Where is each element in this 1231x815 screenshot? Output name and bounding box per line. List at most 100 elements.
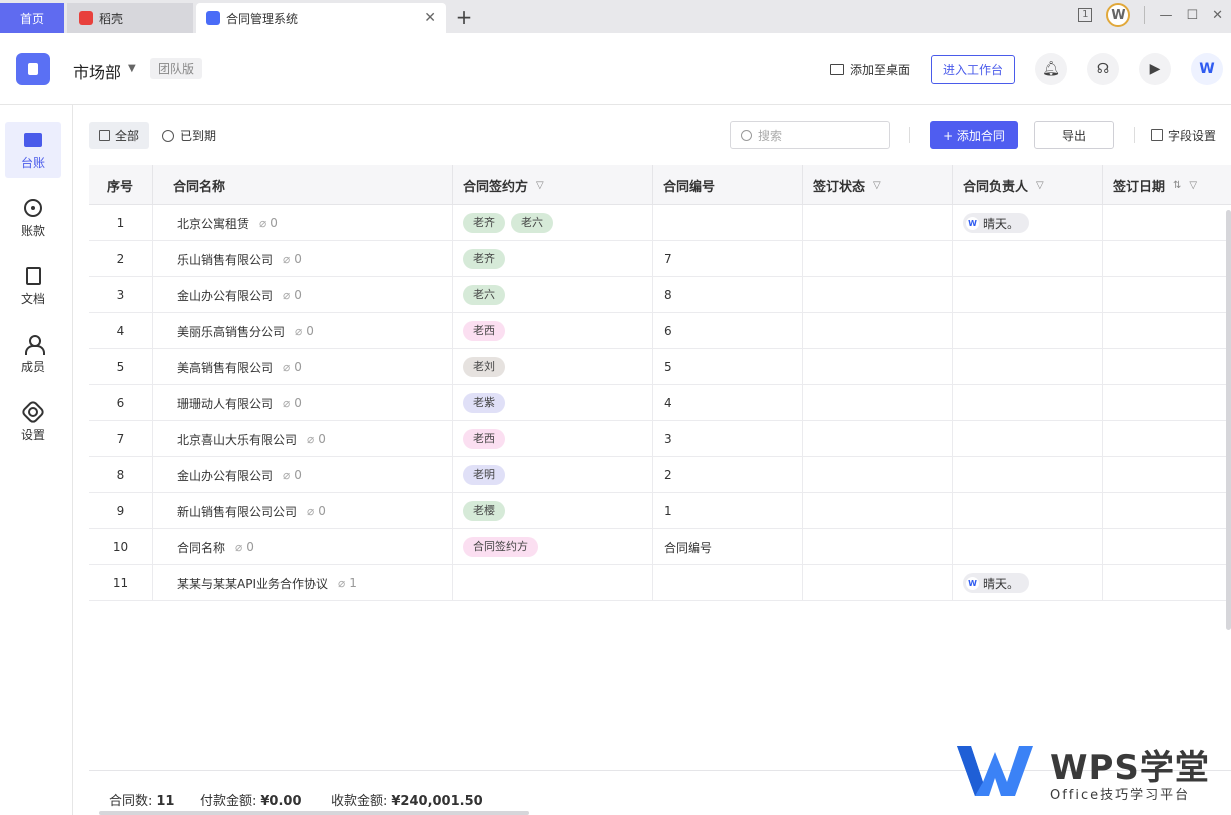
cell-contract-name[interactable]: 北京喜山大乐有限公司 0 bbox=[153, 421, 453, 457]
column-header-parties[interactable]: 合同签约方 ▽ bbox=[453, 165, 653, 205]
cell-contract-name[interactable]: 美高销售有限公司 0 bbox=[153, 349, 453, 385]
column-header-date[interactable]: 签订日期 ⇅ ▽ bbox=[1103, 165, 1231, 205]
cell-sign-status[interactable] bbox=[803, 385, 953, 421]
export-button[interactable]: 导出 bbox=[1034, 121, 1114, 149]
attachment-count[interactable]: 1 bbox=[338, 576, 357, 590]
contract-name[interactable]: 金山办公有限公司 bbox=[177, 467, 273, 484]
layout-icon[interactable]: 1 bbox=[1078, 8, 1093, 22]
sidebar-item-members[interactable]: 成员 bbox=[5, 326, 61, 382]
cell-sign-date[interactable] bbox=[1103, 493, 1231, 529]
cell-owner[interactable] bbox=[953, 457, 1103, 493]
cell-parties[interactable]: 老刘 bbox=[453, 349, 653, 385]
sidebar-item-settings[interactable]: 设置 bbox=[5, 394, 61, 450]
cell-contract-name[interactable]: 某某与某某API业务合作协议 1 bbox=[153, 565, 453, 601]
cell-parties[interactable]: 老紫 bbox=[453, 385, 653, 421]
table-row[interactable]: 3 金山办公有限公司 0 老六 8 bbox=[89, 277, 1231, 313]
cell-parties[interactable]: 老西 bbox=[453, 313, 653, 349]
cell-sign-status[interactable] bbox=[803, 565, 953, 601]
cell-parties[interactable]: 老樱 bbox=[453, 493, 653, 529]
close-icon[interactable]: ✕ bbox=[424, 10, 436, 26]
presentation-icon[interactable]: ▶ bbox=[1139, 53, 1171, 85]
cell-contract-number[interactable]: 3 bbox=[653, 421, 803, 457]
attachment-count[interactable]: 0 bbox=[283, 360, 302, 374]
cell-sign-status[interactable] bbox=[803, 205, 953, 241]
contract-name[interactable]: 新山销售有限公司公司 bbox=[177, 503, 297, 520]
cell-contract-number[interactable]: 2 bbox=[653, 457, 803, 493]
table-row[interactable]: 11 某某与某某API业务合作协议 1 W 晴天。 bbox=[89, 565, 1231, 601]
cell-owner[interactable] bbox=[953, 277, 1103, 313]
contract-name[interactable]: 合同名称 bbox=[177, 539, 225, 556]
cell-contract-name[interactable]: 新山销售有限公司公司 0 bbox=[153, 493, 453, 529]
contract-name[interactable]: 美高销售有限公司 bbox=[177, 359, 273, 376]
cell-parties[interactable] bbox=[453, 565, 653, 601]
table-row[interactable]: 4 美丽乐高销售分公司 0 老西 6 bbox=[89, 313, 1231, 349]
cell-contract-number[interactable]: 4 bbox=[653, 385, 803, 421]
cell-sign-date[interactable] bbox=[1103, 421, 1231, 457]
cell-contract-number[interactable] bbox=[653, 205, 803, 241]
attachment-count[interactable]: 0 bbox=[259, 216, 278, 230]
cell-sign-date[interactable] bbox=[1103, 529, 1231, 565]
cell-contract-number[interactable]: 7 bbox=[653, 241, 803, 277]
tab-daoke[interactable]: 稻壳 bbox=[67, 3, 193, 33]
new-tab-button[interactable]: + bbox=[454, 5, 474, 29]
headset-icon[interactable]: ☊ bbox=[1087, 53, 1119, 85]
contract-name[interactable]: 某某与某某API业务合作协议 bbox=[177, 575, 328, 592]
window-close-icon[interactable]: ✕ bbox=[1212, 8, 1223, 23]
maximize-icon[interactable]: ☐ bbox=[1186, 8, 1198, 23]
cell-contract-number[interactable]: 5 bbox=[653, 349, 803, 385]
tab-home[interactable]: 首页 bbox=[0, 3, 64, 33]
cell-owner[interactable] bbox=[953, 241, 1103, 277]
horizontal-scrollbar[interactable] bbox=[99, 811, 529, 815]
cell-contract-number[interactable]: 合同编号 bbox=[653, 529, 803, 565]
cell-sign-status[interactable] bbox=[803, 493, 953, 529]
cell-sign-date[interactable] bbox=[1103, 205, 1231, 241]
view-expired-button[interactable]: 已到期 bbox=[162, 122, 216, 149]
attachment-count[interactable]: 0 bbox=[295, 324, 314, 338]
cell-sign-date[interactable] bbox=[1103, 241, 1231, 277]
cell-contract-name[interactable]: 金山办公有限公司 0 bbox=[153, 457, 453, 493]
search-input[interactable]: 搜索 bbox=[730, 121, 890, 149]
cell-owner[interactable] bbox=[953, 385, 1103, 421]
table-row[interactable]: 9 新山销售有限公司公司 0 老樱 1 bbox=[89, 493, 1231, 529]
column-header-status[interactable]: 签订状态 ▽ bbox=[803, 165, 953, 205]
sidebar-item-ledger[interactable]: 台账 bbox=[5, 122, 61, 178]
cell-contract-name[interactable]: 珊珊动人有限公司 0 bbox=[153, 385, 453, 421]
cell-sign-date[interactable] bbox=[1103, 349, 1231, 385]
table-row[interactable]: 10 合同名称 0 合同签约方 合同编号 bbox=[89, 529, 1231, 565]
cell-owner[interactable] bbox=[953, 349, 1103, 385]
table-row[interactable]: 1 北京公寓租赁 0 老齐老六 W 晴天。 bbox=[89, 205, 1231, 241]
table-row[interactable]: 2 乐山销售有限公司 0 老齐 7 bbox=[89, 241, 1231, 277]
chevron-down-icon[interactable]: ▼ bbox=[128, 63, 136, 74]
table-row[interactable]: 6 珊珊动人有限公司 0 老紫 4 bbox=[89, 385, 1231, 421]
contract-name[interactable]: 美丽乐高销售分公司 bbox=[177, 323, 285, 340]
sidebar-item-documents[interactable]: 文档 bbox=[5, 258, 61, 314]
department-selector[interactable]: 市场部 bbox=[73, 59, 121, 83]
cell-sign-status[interactable] bbox=[803, 421, 953, 457]
filter-icon[interactable]: ▽ bbox=[536, 180, 544, 191]
wps-account-icon[interactable]: W bbox=[1106, 3, 1131, 27]
attachment-count[interactable]: 0 bbox=[283, 468, 302, 482]
cell-sign-date[interactable] bbox=[1103, 277, 1231, 313]
cell-contract-name[interactable]: 美丽乐高销售分公司 0 bbox=[153, 313, 453, 349]
filter-icon[interactable]: ▽ bbox=[1189, 180, 1197, 191]
contract-name[interactable]: 北京公寓租赁 bbox=[177, 215, 249, 232]
cell-sign-status[interactable] bbox=[803, 241, 953, 277]
vertical-scrollbar[interactable] bbox=[1226, 210, 1231, 630]
minimize-icon[interactable]: — bbox=[1159, 8, 1172, 23]
cell-sign-date[interactable] bbox=[1103, 385, 1231, 421]
contract-name[interactable]: 珊珊动人有限公司 bbox=[177, 395, 273, 412]
cell-parties[interactable]: 合同签约方 bbox=[453, 529, 653, 565]
cell-parties[interactable]: 老西 bbox=[453, 421, 653, 457]
enter-workbench-button[interactable]: 进入工作台 bbox=[931, 55, 1015, 84]
attachment-count[interactable]: 0 bbox=[235, 540, 254, 554]
contract-name[interactable]: 乐山销售有限公司 bbox=[177, 251, 273, 268]
cell-sign-status[interactable] bbox=[803, 457, 953, 493]
contract-name[interactable]: 北京喜山大乐有限公司 bbox=[177, 431, 297, 448]
bell-icon[interactable]: 🔔︎ bbox=[1035, 53, 1067, 85]
cell-sign-date[interactable] bbox=[1103, 565, 1231, 601]
cell-owner[interactable] bbox=[953, 493, 1103, 529]
table-row[interactable]: 7 北京喜山大乐有限公司 0 老西 3 bbox=[89, 421, 1231, 457]
cell-contract-name[interactable]: 乐山销售有限公司 0 bbox=[153, 241, 453, 277]
filter-icon[interactable]: ▽ bbox=[1036, 180, 1044, 191]
cell-owner[interactable]: W 晴天。 bbox=[953, 205, 1103, 241]
